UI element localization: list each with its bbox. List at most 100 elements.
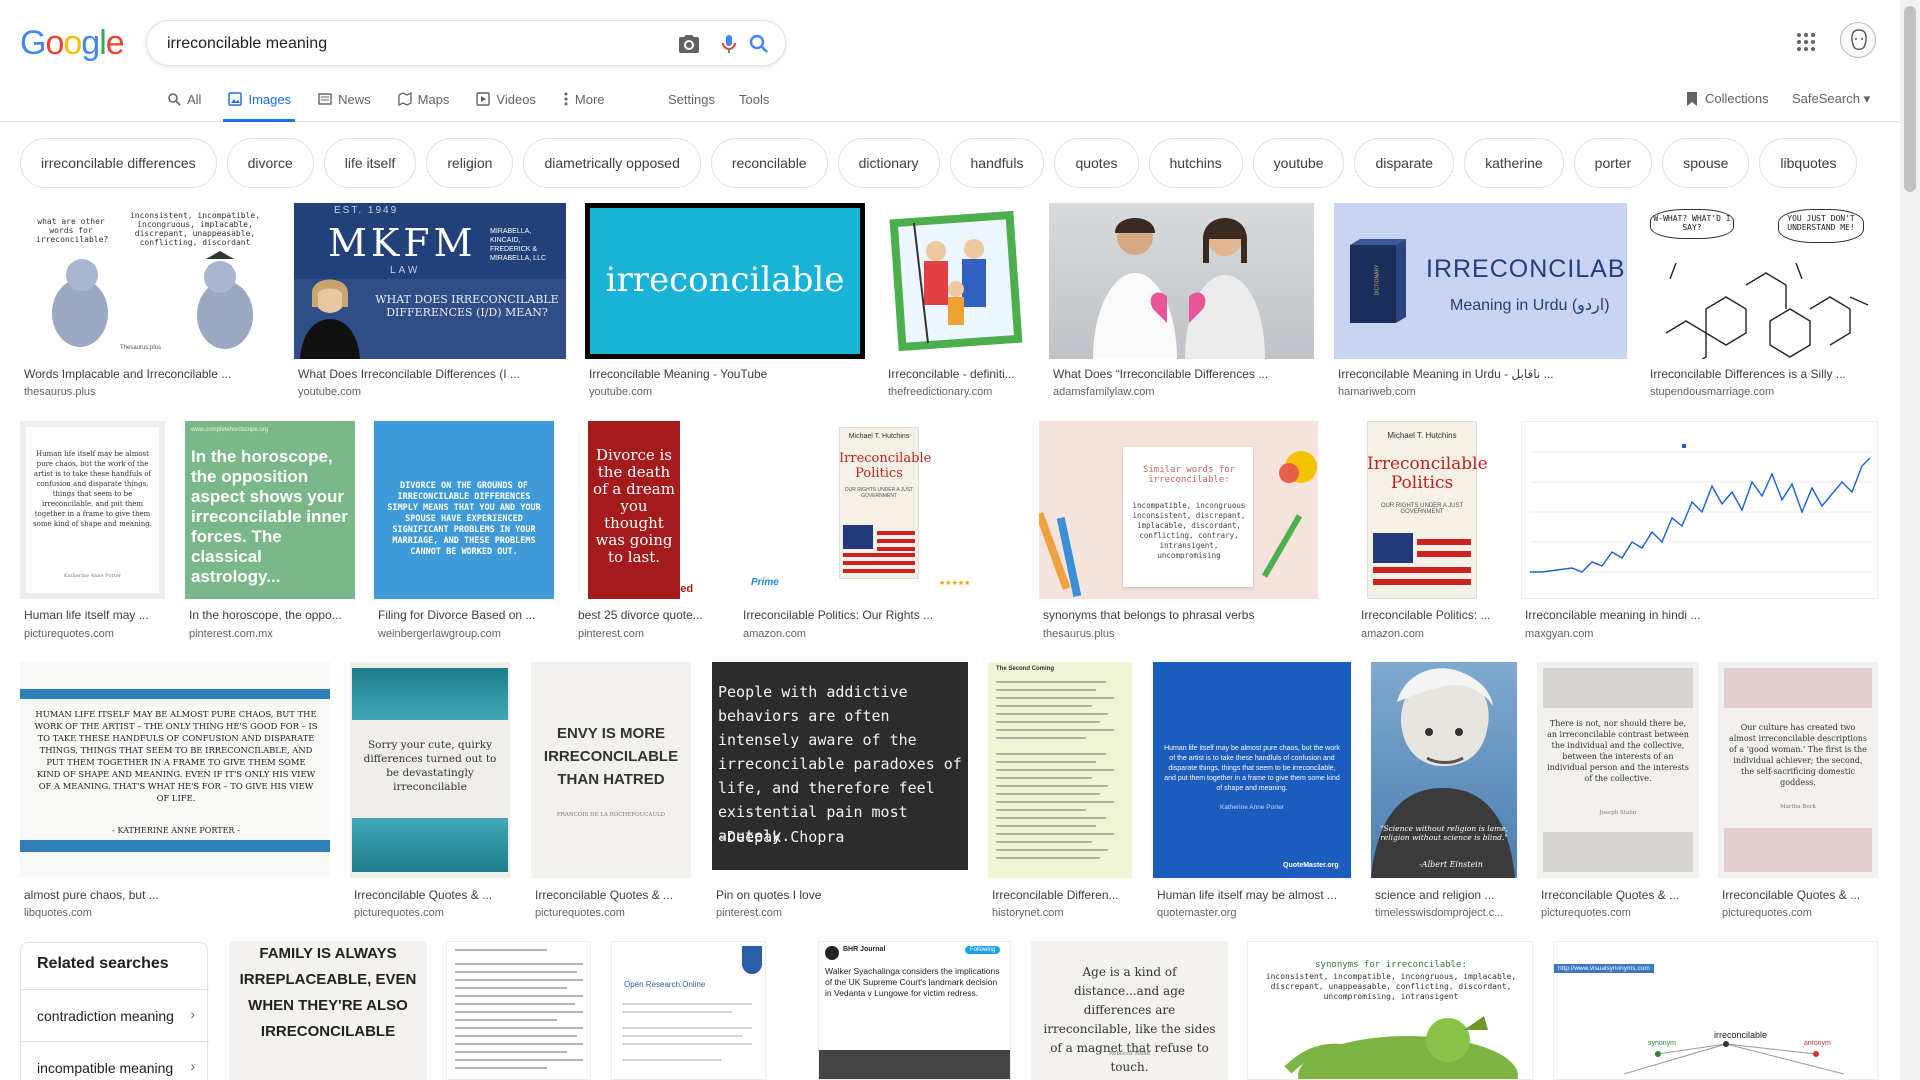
chip[interactable]: reconcilable: [710, 138, 828, 188]
thumb-text: "Science without religion is lame, relig…: [1379, 824, 1509, 842]
avatar[interactable]: [1840, 22, 1876, 58]
thumb-text: Human life itself may be almost pure cha…: [33, 450, 152, 528]
search-icon[interactable]: [747, 32, 771, 56]
result-thumbnail: Michael T. Hutchins Irreconcilable Polit…: [1357, 421, 1487, 599]
image-result[interactable]: EST. 1949 MKFM LAW MIRABELLA, KINCAID, F…: [294, 203, 566, 403]
chip[interactable]: diametrically opposed: [523, 138, 701, 188]
result-thumbnail: synonyms for irreconcilable: inconsisten…: [1247, 941, 1533, 1080]
chip[interactable]: quotes: [1054, 138, 1139, 188]
image-result[interactable]: "Science without religion is lame, relig…: [1371, 662, 1517, 922]
image-result[interactable]: http://www.visualsynonyms.com irreconcil…: [1553, 941, 1878, 1080]
chevron-right-icon: ›: [190, 1058, 195, 1074]
image-result[interactable]: Open Research Online: [611, 941, 766, 1080]
result-thumbnail: W-WHAT? WHAT'D I SAY? YOU JUST DON'T UND…: [1646, 203, 1878, 359]
image-result[interactable]: www.completehoroscope.org In the horosco…: [185, 421, 355, 641]
scrollbar-thumb[interactable]: [1904, 6, 1916, 192]
search-input[interactable]: [167, 32, 647, 56]
thumb-text: LAW: [390, 265, 421, 276]
safesearch-menu[interactable]: SafeSearch ▾: [1792, 91, 1870, 107]
image-result[interactable]: synonyms for irreconcilable: inconsisten…: [1247, 941, 1533, 1080]
collections-link[interactable]: Collections: [1705, 91, 1769, 106]
chip[interactable]: divorce: [226, 138, 314, 188]
image-result[interactable]: Age is a kind of distance...and age diff…: [1031, 941, 1228, 1080]
result-source: weinbergerlawgroup.com: [378, 628, 501, 640]
thumb-text: W-WHAT? WHAT'D I SAY?: [1650, 209, 1734, 239]
chip[interactable]: dictionary: [837, 138, 940, 188]
result-source: pinterest.com.mx: [189, 628, 273, 640]
result-source: pinterest.com: [716, 907, 783, 919]
chip[interactable]: youtube: [1252, 138, 1345, 188]
image-result[interactable]: Divorce is the death of a dream you thou…: [574, 421, 708, 641]
related-search-item[interactable]: contradiction meaning ›: [21, 989, 209, 1041]
scrollbar[interactable]: [1900, 0, 1920, 1080]
image-result[interactable]: ENVY IS MORE IRRECONCILABLE THAN HATRED …: [531, 662, 691, 922]
google-logo[interactable]: Google: [20, 24, 125, 63]
chip[interactable]: disparate: [1354, 138, 1455, 188]
related-search-item[interactable]: incompatible meaning ›: [21, 1041, 209, 1080]
image-result[interactable]: what are other words for irreconcilable?…: [20, 203, 274, 403]
image-result[interactable]: BHR Journal Following Walker Syachalinga…: [818, 941, 1011, 1080]
result-source: hamariweb.com: [1338, 386, 1416, 398]
thumb-text: There is not, nor should there be, an ir…: [1547, 719, 1689, 783]
chip[interactable]: katherine: [1464, 138, 1564, 188]
thumb-text: Following: [965, 946, 1001, 954]
tab-news[interactable]: News: [317, 88, 371, 122]
image-result[interactable]: There is not, nor should there be, an ir…: [1537, 662, 1699, 922]
image-result[interactable]: The Second Coming Irreconcilable Differe…: [988, 662, 1132, 922]
image-result[interactable]: irreconcilable Irreconcilable Meaning - …: [585, 203, 865, 403]
image-result[interactable]: Similar words for irreconcilable: incomp…: [1039, 421, 1318, 641]
result-thumbnail: People with addictive behaviors are ofte…: [712, 662, 968, 870]
related-chips: irreconcilable differences divorce life …: [20, 138, 1867, 188]
image-result[interactable]: FAMILY IS ALWAYS IRREPLACEABLE, EVEN WHE…: [229, 941, 427, 1080]
image-result[interactable]: Michael T. Hutchins Irreconcilable Polit…: [739, 421, 1019, 641]
image-result[interactable]: What Does “Irreconcilable Differences ..…: [1049, 203, 1314, 403]
tab-images[interactable]: Images: [223, 88, 295, 122]
result-thumbnail: Human life itself may be almost pure cha…: [1153, 662, 1351, 878]
thumb-text: WHAT DOES IRRECONCILABLE DIFFERENCES (I/…: [375, 293, 559, 319]
chip[interactable]: irreconcilable differences: [20, 138, 217, 188]
image-result[interactable]: [446, 941, 591, 1080]
result-source: quotemaster.org: [1157, 907, 1237, 919]
tab-label: More: [574, 92, 605, 107]
image-result[interactable]: Our culture has created two almost irrec…: [1718, 662, 1878, 922]
tab-more[interactable]: More: [562, 88, 605, 122]
chip[interactable]: porter: [1573, 138, 1653, 188]
thumb-text: Michael T. Hutchins: [848, 433, 910, 440]
tab-maps[interactable]: Maps: [397, 88, 449, 122]
image-result[interactable]: DICTIONARY IRRECONCILABLE Meaning in Urd…: [1334, 203, 1627, 403]
thumb-text: Thesaurus.plus: [120, 345, 162, 351]
image-result[interactable]: Human life itself may be almost pure cha…: [1153, 662, 1351, 922]
camera-icon[interactable]: [677, 32, 701, 56]
image-result[interactable]: Michael T. Hutchins Irreconcilable Polit…: [1357, 421, 1490, 641]
result-source: picturequotes.com: [1722, 907, 1812, 919]
chip[interactable]: libquotes: [1759, 138, 1858, 188]
image-result[interactable]: People with addictive behaviors are ofte…: [712, 662, 968, 922]
tab-videos[interactable]: Videos: [475, 88, 536, 122]
chip[interactable]: religion: [426, 138, 514, 188]
image-result[interactable]: Human life itself may be almost pure cha…: [20, 421, 165, 641]
chip[interactable]: life itself: [323, 138, 417, 188]
result-thumbnail: irreconcilable: [585, 203, 865, 359]
result-title: Human life itself may be almost ...: [1157, 888, 1338, 902]
image-result[interactable]: HUMAN LIFE ITSELF MAY BE ALMOST PURE CHA…: [20, 662, 330, 922]
bookmark-icon[interactable]: [1686, 91, 1698, 110]
settings-link[interactable]: Settings: [668, 92, 715, 107]
image-result[interactable]: Irreconcilable meaning in hindi ... maxg…: [1521, 421, 1878, 641]
tools-link[interactable]: Tools: [739, 92, 769, 107]
thumb-text: Michael T. Hutchins: [1387, 431, 1457, 440]
thumb-text: - KATHERINE ANNE PORTER -: [112, 826, 240, 835]
result-thumbnail: [884, 203, 1028, 359]
chip[interactable]: spouse: [1662, 138, 1750, 188]
result-source: amazon.com: [1361, 628, 1424, 640]
result-title: Irreconcilable Politics: Our Rights ...: [743, 608, 934, 622]
chip[interactable]: handfuls: [949, 138, 1045, 188]
image-result[interactable]: Irreconcilable - definiti... thefreedict…: [884, 203, 1028, 403]
tab-all[interactable]: All: [166, 88, 201, 122]
image-result[interactable]: DIVORCE ON THE GROUNDS OF IRRECONCILABLE…: [374, 421, 554, 641]
image-result[interactable]: Sorry your cute, quirky differences turn…: [350, 662, 510, 922]
result-title: synonyms that belongs to phrasal verbs: [1043, 608, 1255, 622]
image-result[interactable]: W-WHAT? WHAT'D I SAY? YOU JUST DON'T UND…: [1646, 203, 1878, 403]
google-apps-icon[interactable]: [1796, 32, 1816, 52]
microphone-icon[interactable]: [717, 32, 741, 56]
chip[interactable]: hutchins: [1148, 138, 1243, 188]
